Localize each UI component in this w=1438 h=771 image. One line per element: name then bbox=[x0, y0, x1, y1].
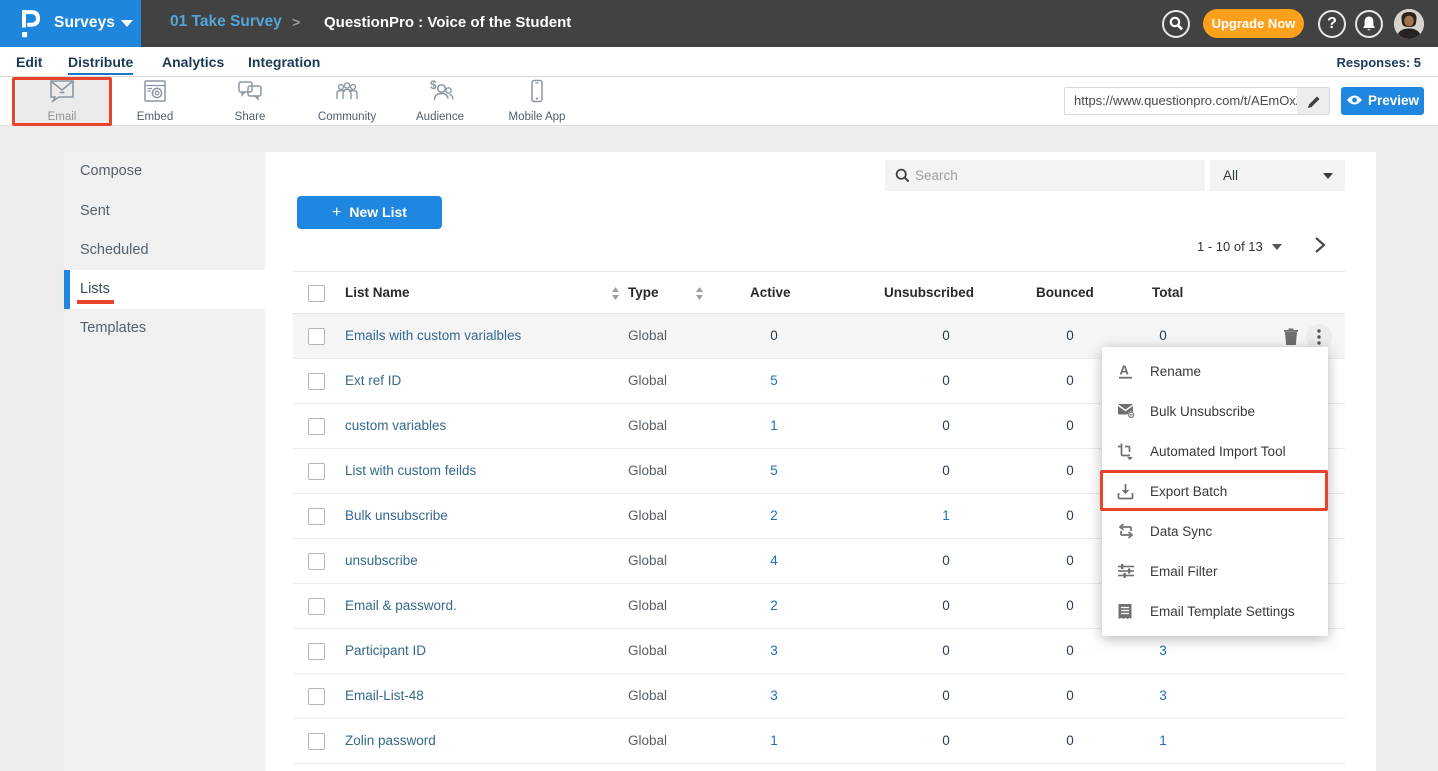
svg-text:$: $ bbox=[430, 79, 437, 92]
svg-text:A: A bbox=[1120, 363, 1130, 378]
